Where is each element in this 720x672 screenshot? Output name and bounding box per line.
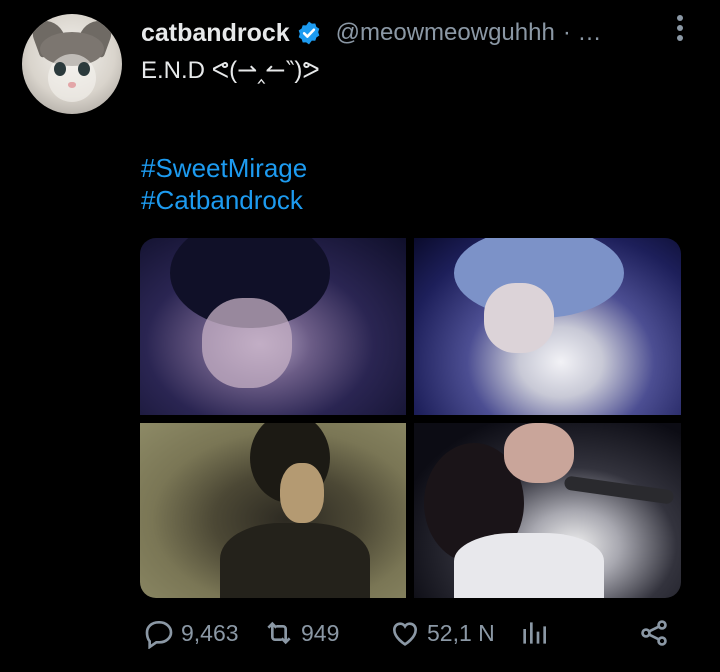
reply-count: 9,463	[181, 619, 239, 646]
hashtag-sweetmirage[interactable]: #SweetMirage	[141, 152, 307, 184]
handle[interactable]: @meowmeowguhhh	[336, 19, 555, 47]
avatar-eye-left	[54, 62, 66, 76]
reply-button[interactable]: 9,463	[143, 610, 239, 656]
share-button[interactable]	[638, 610, 670, 656]
retweet-icon	[267, 621, 291, 645]
verified-badge-icon	[298, 21, 319, 45]
retweet-button[interactable]: 949	[263, 610, 339, 656]
media-photo-1[interactable]	[140, 238, 406, 415]
like-icon	[392, 622, 418, 646]
like-button[interactable]: 52,1 N	[389, 610, 495, 656]
avatar-face	[48, 54, 96, 102]
tweet-header: catbandrock @meowmeowguhhh · …	[141, 17, 680, 49]
retweet-count: 949	[301, 619, 340, 646]
media-photo-4[interactable]	[414, 423, 681, 598]
more-options-icon[interactable]	[674, 15, 686, 45]
analytics-button[interactable]	[518, 610, 550, 656]
like-count: 52,1 N	[427, 619, 495, 646]
avatar-eye-right	[78, 62, 90, 76]
timestamp-separator: · …	[562, 19, 602, 46]
media-grid	[140, 238, 681, 598]
share-icon	[641, 620, 667, 646]
hashtags: #SweetMirage #Catbandrock	[141, 152, 307, 216]
analytics-icon	[523, 622, 546, 644]
media-photo-2[interactable]	[414, 238, 681, 415]
avatar-nose	[68, 82, 76, 88]
reply-icon	[145, 621, 173, 649]
hashtag-catbandrock[interactable]: #Catbandrock	[141, 184, 307, 216]
media-photo-3[interactable]	[140, 423, 406, 598]
action-bar: 9,463 949 52,1 N	[0, 610, 720, 656]
avatar[interactable]	[22, 14, 122, 114]
tweet-text: E.N.D ᕙ(⇀‸↼‶)ᕗ	[141, 57, 320, 84]
display-name[interactable]: catbandrock	[141, 19, 290, 48]
